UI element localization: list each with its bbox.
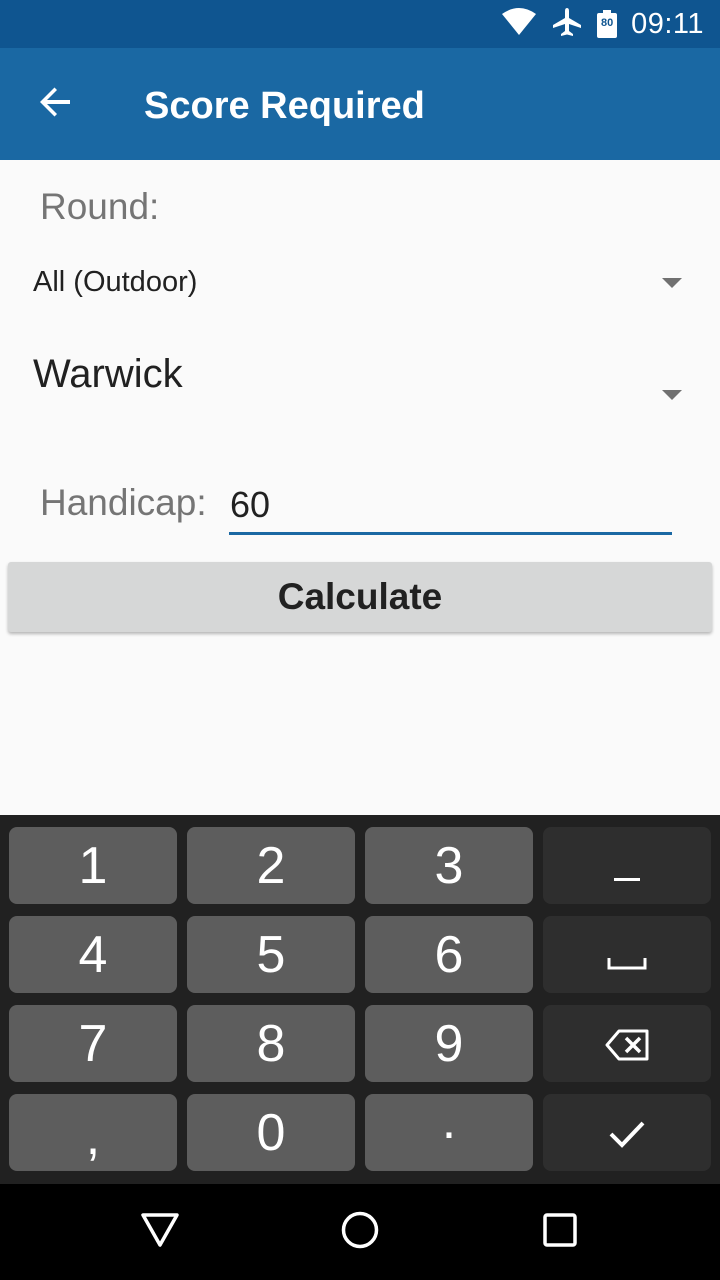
- key-8[interactable]: 8: [187, 1005, 355, 1082]
- dropdown-arrow-icon: [662, 278, 682, 288]
- nav-home-button[interactable]: [324, 1196, 396, 1268]
- round-dropdown[interactable]: Warwick: [0, 346, 720, 426]
- key-done[interactable]: [543, 1094, 711, 1171]
- key-5[interactable]: 5: [187, 916, 355, 993]
- key-2[interactable]: 2: [187, 827, 355, 904]
- arrow-left-icon: [38, 84, 74, 125]
- key-label: 4: [78, 925, 108, 984]
- key-label: ,: [85, 1107, 101, 1166]
- handicap-input[interactable]: [229, 480, 672, 535]
- key-label: .: [441, 1091, 457, 1150]
- category-dropdown-value: All (Outdoor): [33, 266, 198, 298]
- status-bar: 80 09:11: [0, 0, 720, 48]
- minus-icon: [614, 836, 640, 896]
- key-label: 8: [256, 1014, 286, 1073]
- battery-icon: 80: [597, 10, 618, 38]
- round-dropdown-value: Warwick: [33, 352, 183, 396]
- wifi-icon: [501, 7, 537, 41]
- key-label: 1: [78, 836, 108, 895]
- home-circle-icon: [340, 1210, 380, 1255]
- screen: 80 09:11 Score Required Round: All (Outd…: [0, 0, 720, 1280]
- key-label: 3: [434, 836, 464, 895]
- key-minus[interactable]: [543, 827, 711, 904]
- handicap-label: Handicap:: [40, 482, 207, 523]
- back-triangle-icon: [140, 1212, 180, 1253]
- backspace-icon: [605, 1014, 649, 1074]
- key-label: 9: [434, 1014, 464, 1073]
- nav-back-button[interactable]: [124, 1196, 196, 1268]
- round-label: Round:: [40, 186, 160, 227]
- key-4[interactable]: 4: [9, 916, 177, 993]
- key-label: 7: [78, 1014, 108, 1073]
- key-space[interactable]: [543, 916, 711, 993]
- key-comma[interactable]: ,: [9, 1094, 177, 1171]
- recents-square-icon: [542, 1212, 578, 1253]
- key-0[interactable]: 0: [187, 1094, 355, 1171]
- key-dot[interactable]: .: [365, 1091, 533, 1171]
- key-label: 5: [256, 925, 286, 984]
- key-label: 0: [256, 1103, 286, 1162]
- calculate-button[interactable]: Calculate: [8, 562, 712, 632]
- battery-level: 80: [600, 17, 614, 29]
- key-9[interactable]: 9: [365, 1005, 533, 1082]
- navigation-bar: [0, 1184, 720, 1280]
- key-7[interactable]: 7: [9, 1005, 177, 1082]
- key-backspace[interactable]: [543, 1005, 711, 1082]
- status-time: 09:11: [631, 7, 704, 40]
- page-title: Score Required: [144, 85, 425, 127]
- space-bar-icon: [607, 925, 647, 985]
- nav-recents-button[interactable]: [524, 1196, 596, 1268]
- key-6[interactable]: 6: [365, 916, 533, 993]
- key-3[interactable]: 3: [365, 827, 533, 904]
- airplane-mode-icon: [551, 6, 583, 43]
- dropdown-arrow-icon: [662, 390, 682, 400]
- key-1[interactable]: 1: [9, 827, 177, 904]
- key-label: 2: [256, 836, 286, 895]
- key-label: 6: [434, 925, 464, 984]
- category-dropdown[interactable]: All (Outdoor): [0, 256, 720, 312]
- status-icons: 80 09:11: [487, 0, 704, 48]
- back-button[interactable]: [20, 68, 92, 140]
- app-bar: Score Required: [0, 48, 720, 160]
- checkmark-icon: [607, 1103, 647, 1163]
- numeric-keyboard: 1 2 3 4 5 6 7 8 9, 0.: [0, 815, 720, 1184]
